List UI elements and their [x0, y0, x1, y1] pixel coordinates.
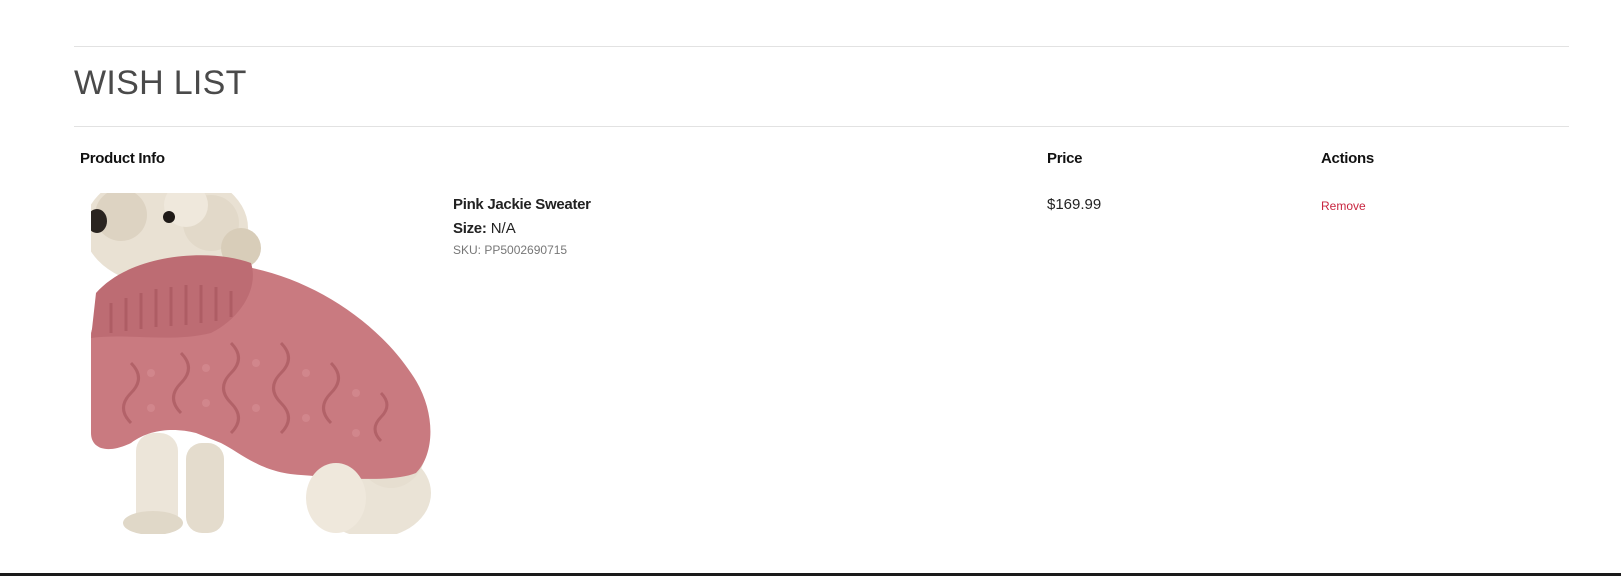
- product-name-link[interactable]: Pink Jackie Sweater: [453, 196, 591, 213]
- column-header-product-info: Product Info: [80, 150, 165, 167]
- size-label: Size:: [453, 220, 487, 237]
- title-divider: [74, 126, 1569, 127]
- product-sku: SKU: PP5002690715: [453, 243, 568, 257]
- column-header-actions: Actions: [1321, 150, 1374, 167]
- product-price: $169.99: [1047, 196, 1102, 213]
- page-title: WISH LIST: [74, 64, 247, 102]
- column-header-price: Price: [1047, 150, 1083, 167]
- product-size: Size: N/A: [453, 220, 516, 237]
- size-value: N/A: [490, 220, 516, 237]
- product-image[interactable]: [91, 193, 432, 534]
- wishlist-page: WISH LIST Product Info Price Actions Pin…: [0, 0, 1621, 576]
- dog-in-pink-sweater-photo-icon: [91, 193, 432, 534]
- top-divider: [74, 46, 1569, 47]
- remove-button[interactable]: Remove: [1321, 199, 1366, 213]
